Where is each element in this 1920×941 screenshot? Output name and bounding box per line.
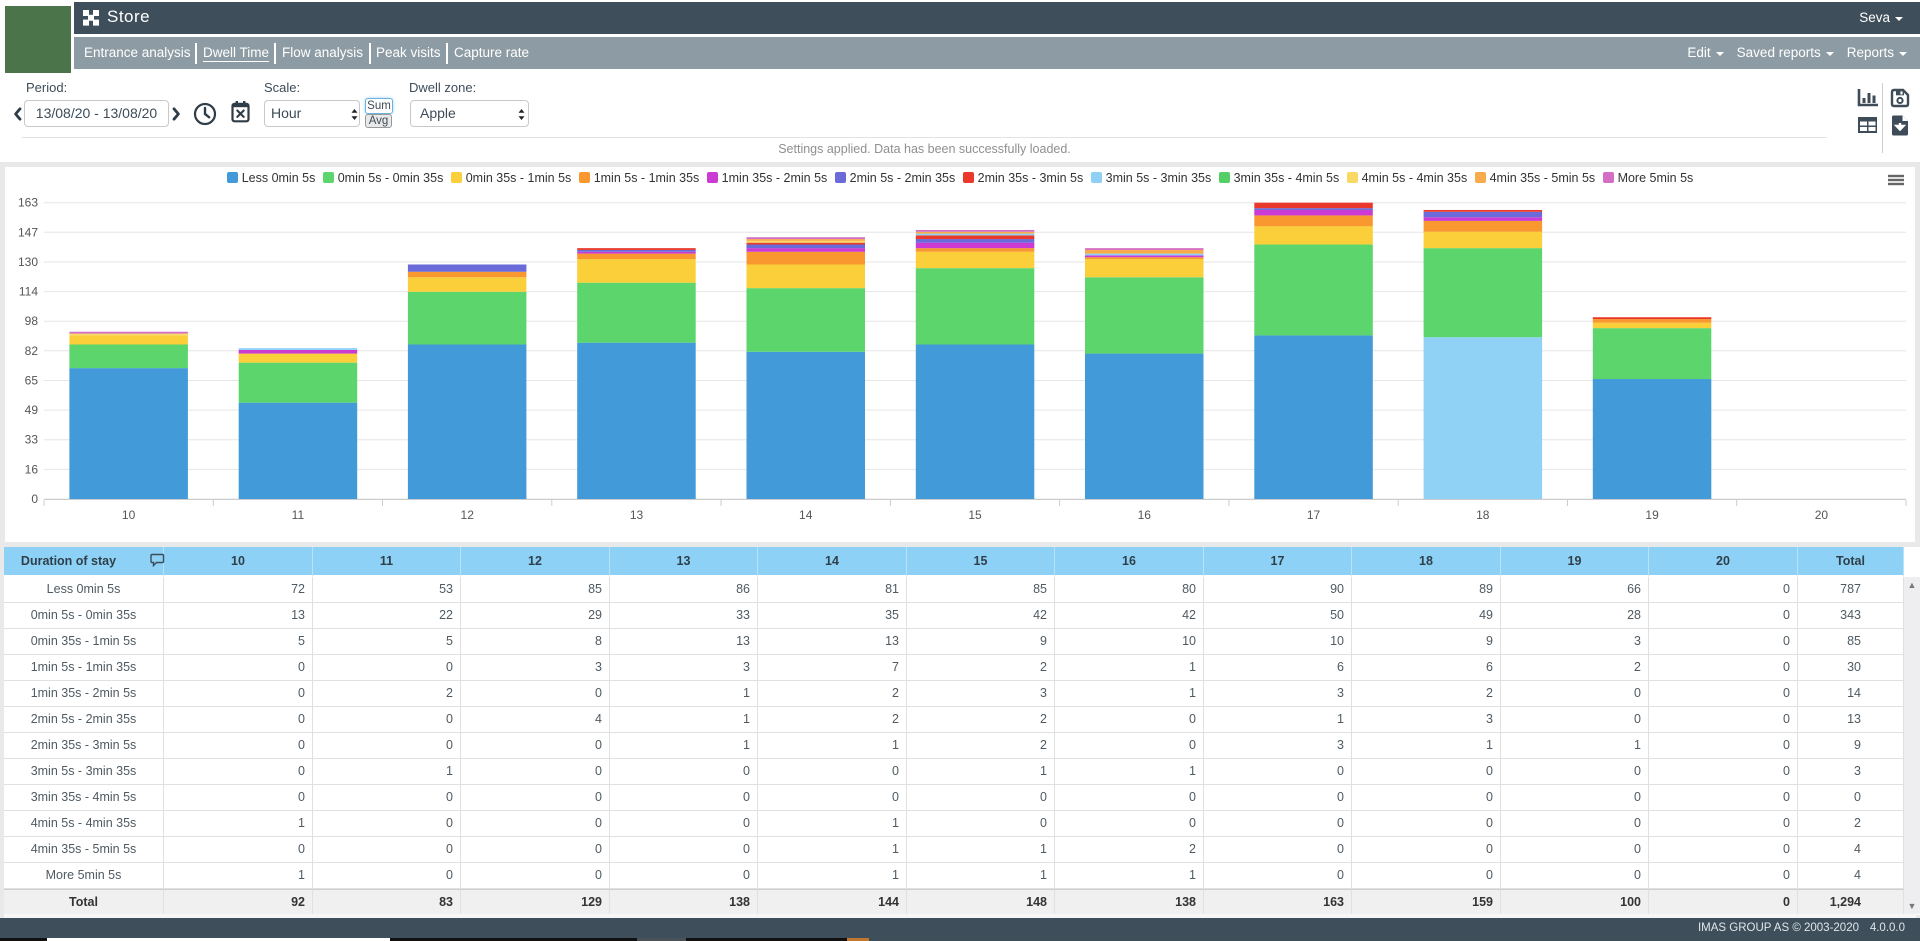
svg-text:82: 82: [25, 344, 39, 358]
svg-text:18: 18: [1476, 508, 1490, 522]
svg-text:98: 98: [25, 314, 39, 328]
svg-text:16: 16: [25, 462, 39, 476]
svg-text:16: 16: [1138, 508, 1152, 522]
svg-text:65: 65: [25, 374, 39, 388]
svg-text:19: 19: [1645, 508, 1659, 522]
svg-text:163: 163: [18, 196, 38, 210]
svg-text:13: 13: [630, 508, 644, 522]
svg-text:11: 11: [292, 508, 305, 522]
svg-text:147: 147: [18, 225, 38, 239]
svg-text:17: 17: [1307, 508, 1321, 522]
svg-text:15: 15: [968, 508, 982, 522]
svg-text:12: 12: [461, 508, 475, 522]
svg-text:114: 114: [19, 285, 38, 299]
svg-text:20: 20: [1815, 508, 1829, 522]
svg-text:0: 0: [31, 492, 38, 506]
svg-text:49: 49: [25, 403, 39, 417]
svg-text:130: 130: [18, 255, 38, 269]
svg-text:33: 33: [25, 433, 39, 447]
svg-text:10: 10: [122, 508, 136, 522]
svg-text:14: 14: [799, 508, 813, 522]
